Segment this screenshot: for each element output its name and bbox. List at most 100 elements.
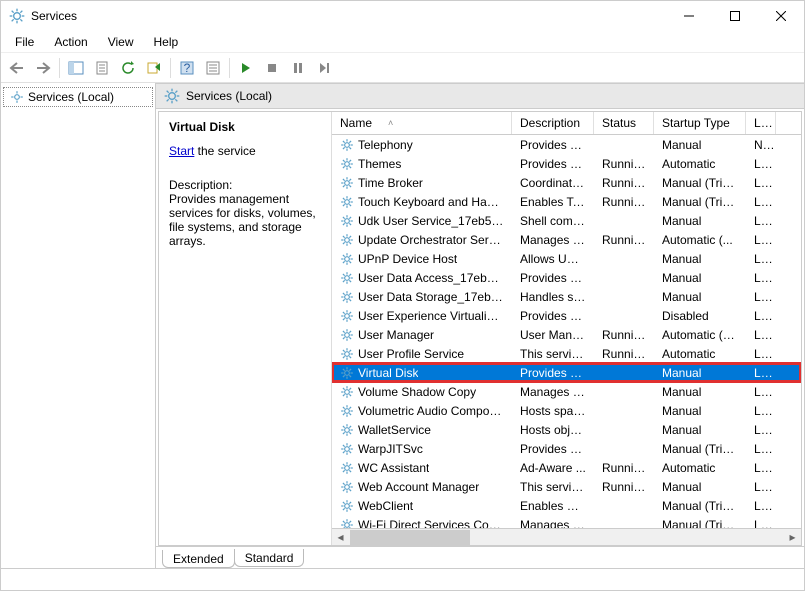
stop-service-button[interactable]	[260, 56, 284, 80]
tab-standard[interactable]: Standard	[234, 549, 305, 567]
service-row[interactable]: WarpJITSvcProvides a JI...Manual (Trig..…	[332, 439, 801, 458]
service-startup: Manual	[654, 138, 746, 152]
service-row[interactable]: Web Account ManagerThis service ...Runni…	[332, 477, 801, 496]
service-logon: Loc	[746, 214, 776, 228]
service-startup: Manual	[654, 366, 746, 380]
refresh-button[interactable]	[116, 56, 140, 80]
menu-file[interactable]: File	[7, 33, 42, 51]
service-startup: Automatic (T...	[654, 328, 746, 342]
scroll-left-icon[interactable]: ◂	[332, 530, 349, 544]
start-suffix: the service	[194, 144, 255, 158]
service-row[interactable]: WalletServiceHosts objec...ManualLoc	[332, 420, 801, 439]
tree-pane: Services (Local)	[1, 83, 156, 568]
help-button[interactable]: ?	[175, 56, 199, 80]
service-row[interactable]: User Profile ServiceThis service...Runni…	[332, 344, 801, 363]
service-row[interactable]: User ManagerUser Manag...RunningAutomati…	[332, 325, 801, 344]
service-name: WebClient	[358, 499, 413, 513]
service-icon	[340, 442, 354, 456]
service-icon	[340, 366, 354, 380]
service-icon	[340, 518, 354, 529]
service-icon	[340, 309, 354, 323]
service-row[interactable]: Wi-Fi Direct Services Conne...Manages co…	[332, 515, 801, 528]
forward-button[interactable]	[31, 56, 55, 80]
service-name: Udk User Service_17eb52af	[358, 214, 504, 228]
show-hide-tree-button[interactable]	[64, 56, 88, 80]
service-row[interactable]: WC AssistantAd-Aware ...RunningAutomatic…	[332, 458, 801, 477]
menu-view[interactable]: View	[100, 33, 142, 51]
service-row[interactable]: Udk User Service_17eb52afShell comp...Ma…	[332, 211, 801, 230]
close-button[interactable]	[758, 1, 804, 31]
service-logon: Loc	[746, 423, 776, 437]
service-row[interactable]: WebClientEnables Win...Manual (Trig...Lo…	[332, 496, 801, 515]
service-row[interactable]: Virtual DiskProvides m...ManualLoc	[332, 363, 801, 382]
service-logon: Net	[746, 138, 776, 152]
description-label: Description:	[169, 178, 321, 192]
maximize-button[interactable]	[712, 1, 758, 31]
status-bar	[1, 568, 804, 590]
title-bar: Services	[1, 1, 804, 31]
scroll-right-icon[interactable]: ▸	[784, 530, 801, 544]
minimize-button[interactable]	[666, 1, 712, 31]
menu-action[interactable]: Action	[46, 33, 95, 51]
properties2-button[interactable]	[201, 56, 225, 80]
col-startup-type[interactable]: Startup Type	[654, 112, 746, 134]
gear-icon	[10, 90, 24, 104]
view-tabs: Extended Standard	[156, 546, 804, 568]
export-list-button[interactable]	[142, 56, 166, 80]
service-row[interactable]: ThemesProvides us...RunningAutomaticLoc	[332, 154, 801, 173]
service-desc: Ad-Aware ...	[512, 461, 594, 475]
start-link[interactable]: Start	[169, 144, 194, 158]
service-row[interactable]: Update Orchestrator ServiceManages W...R…	[332, 230, 801, 249]
horizontal-scrollbar[interactable]: ◂ ▸	[332, 528, 801, 545]
col-status[interactable]: Status	[594, 112, 654, 134]
service-row[interactable]: TelephonyProvides Tel...ManualNet	[332, 135, 801, 154]
col-logon[interactable]: Log	[746, 112, 776, 134]
service-startup: Manual	[654, 404, 746, 418]
tab-extended[interactable]: Extended	[162, 550, 235, 568]
service-icon	[340, 385, 354, 399]
service-desc: Hosts spatia...	[512, 404, 594, 418]
service-icon	[340, 328, 354, 342]
back-button[interactable]	[5, 56, 29, 80]
service-icon	[340, 233, 354, 247]
service-row[interactable]: UPnP Device HostAllows UPn...ManualLoc	[332, 249, 801, 268]
service-startup: Manual (Trig...	[654, 518, 746, 529]
service-logon: Loc	[746, 195, 776, 209]
service-row[interactable]: User Data Storage_17eb52afHandles sto...…	[332, 287, 801, 306]
service-logon: Loc	[746, 366, 776, 380]
tree-root-item[interactable]: Services (Local)	[3, 87, 153, 107]
service-name: Themes	[358, 157, 401, 171]
main-pane: Services (Local) Virtual Disk Start the …	[156, 83, 804, 568]
col-description[interactable]: Description	[512, 112, 594, 134]
col-name[interactable]: Name˄	[332, 112, 512, 134]
service-status: Running	[594, 461, 654, 475]
properties-button[interactable]	[90, 56, 114, 80]
service-name: User Manager	[358, 328, 434, 342]
pause-service-button[interactable]	[286, 56, 310, 80]
service-name: WalletService	[358, 423, 431, 437]
service-logon: Loc	[746, 347, 776, 361]
main-header: Services (Local)	[156, 83, 804, 109]
service-row[interactable]: User Data Access_17eb52afProvides ap...M…	[332, 268, 801, 287]
menu-help[interactable]: Help	[146, 33, 187, 51]
restart-service-button[interactable]	[312, 56, 336, 80]
service-desc: This service ...	[512, 480, 594, 494]
service-status: Running	[594, 233, 654, 247]
service-row[interactable]: Touch Keyboard and Hand...Enables Tou...…	[332, 192, 801, 211]
service-rows[interactable]: TelephonyProvides Tel...ManualNet Themes P…	[332, 135, 801, 528]
service-logon: Loc	[746, 480, 776, 494]
service-row[interactable]: User Experience Virtualizati...Provides …	[332, 306, 801, 325]
scrollbar-thumb[interactable]	[350, 530, 470, 545]
service-desc: Provides us...	[512, 157, 594, 171]
service-desc: Manages W...	[512, 233, 594, 247]
service-desc: Manages an...	[512, 385, 594, 399]
service-icon	[340, 290, 354, 304]
service-name: Volume Shadow Copy	[358, 385, 476, 399]
service-status: Running	[594, 347, 654, 361]
service-startup: Automatic (...	[654, 233, 746, 247]
service-row[interactable]: Volume Shadow CopyManages an...ManualLoc	[332, 382, 801, 401]
service-icon	[340, 480, 354, 494]
service-row[interactable]: Time BrokerCoordinates...RunningManual (…	[332, 173, 801, 192]
service-row[interactable]: Volumetric Audio Composit...Hosts spatia…	[332, 401, 801, 420]
start-service-button[interactable]	[234, 56, 258, 80]
